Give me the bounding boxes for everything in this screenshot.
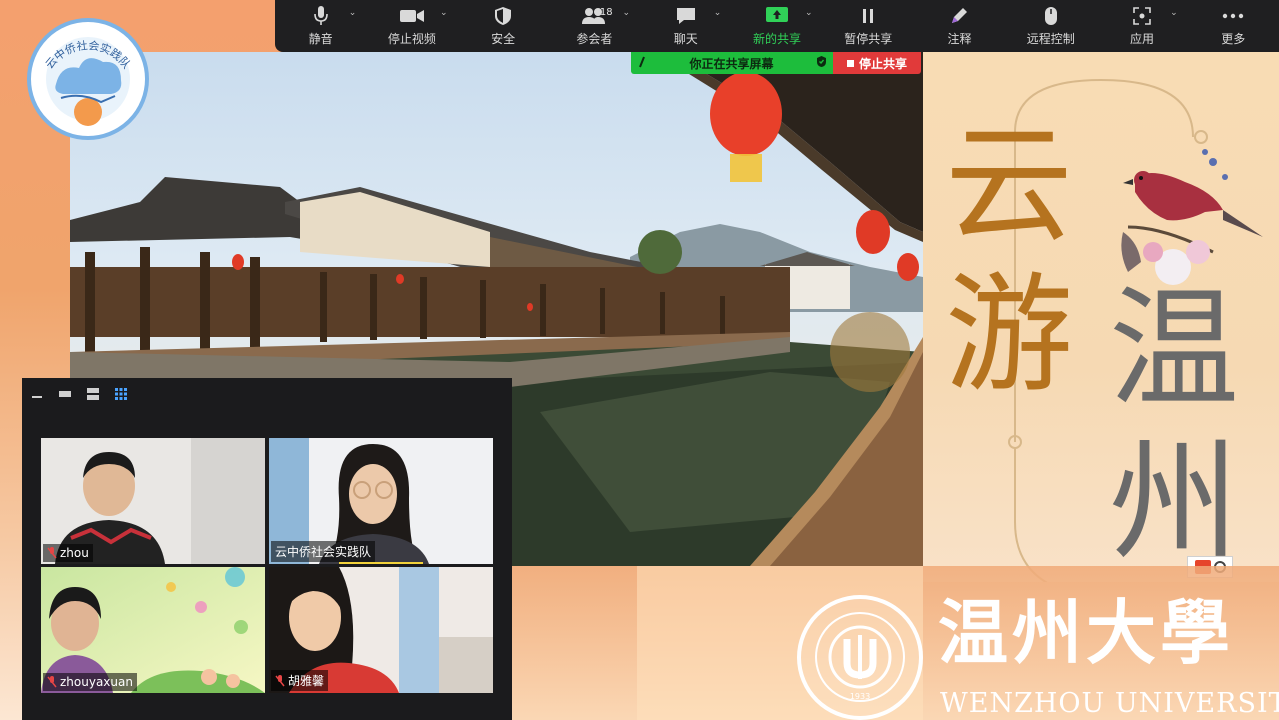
apps-button[interactable]: ⌄ 应用 [1096,0,1187,52]
chevron-down-icon[interactable]: ⌄ [714,8,722,18]
pencil-icon [949,5,969,27]
university-name-cn: 温州大學 [938,591,1234,674]
stop-video-button[interactable]: ⌄ 停止视频 [366,0,457,52]
participant-name: zhou [60,546,89,560]
shield-check-icon [816,55,827,71]
more-dots-icon [1222,5,1244,27]
more-button[interactable]: 更多 [1188,0,1279,52]
shield-icon [494,5,512,27]
video-camera-icon [399,5,425,27]
grid-view-icon[interactable] [112,387,130,401]
video-tile[interactable]: 胡雅馨 [269,567,493,693]
participant-name-tag: zhou [43,544,93,562]
chat-bubble-icon [675,5,697,27]
slide-title-panel: 云 游 温 州 [923,52,1279,582]
microphone-icon [313,5,329,27]
video-tile[interactable]: 云中侨社会实践队 [269,438,493,564]
chevron-down-icon[interactable]: ⌄ [349,8,357,18]
mute-button[interactable]: ⌄ 静音 [275,0,366,52]
pause-share-label: 暂停共享 [844,32,893,46]
stop-share-button[interactable]: 停止共享 [833,52,921,74]
title-char-1: 云 [945,111,1074,260]
stop-square-icon [846,59,854,67]
title-char-2: 游 [945,261,1074,410]
new-share-button[interactable]: ⌄ 新的共享 [731,0,822,52]
strip-view-icon[interactable] [84,387,102,401]
participant-name-tag: 云中侨社会实践队 [271,541,376,562]
video-tile[interactable]: zhouyaxuan [41,567,265,693]
pause-icon [861,5,875,27]
sharing-status[interactable]: 你正在共享屏幕 [631,52,833,74]
video-gallery-panel: zhou 云中侨社会实践队 zhouyaxuan 胡雅馨 [22,378,512,720]
participant-count: 18 [599,7,613,18]
new-share-label: 新的共享 [752,32,801,46]
university-seal: 1933 [797,595,923,720]
security-label: 安全 [491,32,516,46]
muted-mic-icon [47,676,57,688]
apps-icon [1132,5,1152,27]
team-logo: 云中侨社会实践队 [27,18,149,140]
participant-name: 云中侨社会实践队 [275,545,372,559]
chat-label: 聊天 [673,32,698,46]
more-label: 更多 [1221,32,1246,46]
mute-label: 静音 [308,32,333,46]
apps-label: 应用 [1130,32,1155,46]
chat-button[interactable]: ⌄ 聊天 [640,0,731,52]
share-screen-icon [765,5,789,27]
sharing-banner: 你正在共享屏幕 停止共享 [631,52,921,74]
remote-control-button[interactable]: 远程控制 [1005,0,1096,52]
chevron-down-icon[interactable]: ⌄ [1170,8,1178,18]
meeting-toolbar: ⌄ 静音 ⌄ 停止视频 安全 18 ⌄ 参会者 ⌄ 聊天 ⌄ 新的共享 暂停共享… [275,0,1279,52]
seal-year: 1933 [850,692,870,701]
security-button[interactable]: 安全 [458,0,549,52]
annotate-button[interactable]: 注释 [914,0,1005,52]
participants-button[interactable]: 18 ⌄ 参会者 [549,0,640,52]
chevron-down-icon[interactable]: ⌄ [805,8,813,18]
stop-share-label: 停止共享 [858,56,907,71]
chevron-down-icon[interactable]: ⌄ [623,8,631,18]
mouse-icon [1044,5,1058,27]
participants-label: 参会者 [576,32,613,46]
gallery-controls [28,384,130,404]
sharing-status-text: 你正在共享屏幕 [689,56,774,71]
participant-name-tag: zhouyaxuan [43,673,137,691]
single-view-icon[interactable] [56,387,74,401]
pause-share-button[interactable]: 暂停共享 [823,0,914,52]
video-tile[interactable]: zhou [41,438,265,564]
university-name-en: WENZHOU UNIVERSITY [940,688,1279,719]
bird-illustration [1121,149,1263,285]
remote-control-label: 远程控制 [1026,32,1075,46]
muted-mic-icon [47,547,57,559]
active-speaker-indicator [339,562,423,564]
participant-name: zhouyaxuan [60,675,133,689]
muted-mic-icon [275,674,285,687]
annotate-label: 注释 [947,32,972,46]
title-char-4: 州 [1109,426,1240,578]
participant-name-tag: 胡雅馨 [271,670,329,691]
stop-video-label: 停止视频 [387,32,436,46]
drag-handle-icon[interactable] [637,56,647,71]
participant-name: 胡雅馨 [288,674,325,688]
minimize-icon[interactable] [28,387,46,401]
chevron-down-icon[interactable]: ⌄ [440,8,448,18]
title-char-3: 温 [1109,273,1240,425]
